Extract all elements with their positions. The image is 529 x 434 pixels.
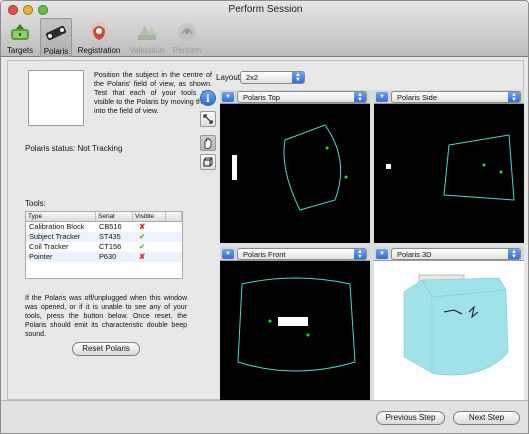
registration-icon (87, 20, 111, 44)
targets-icon (8, 20, 32, 44)
title-bar: Perform Session Targets Polaris Registra… (1, 1, 528, 57)
info-icon: i (206, 94, 210, 105)
polaris-3d-canvas[interactable] (374, 262, 524, 400)
calibration-block-marker (386, 164, 391, 169)
tracker-marker (325, 146, 329, 150)
layout-value: 2x2 (246, 73, 259, 82)
expand-icon (203, 114, 213, 124)
views-grid: ▼ Polaris Top ▲ ▼ ▼ Polaris Side ▲ ▼ ▼ P… (220, 90, 524, 400)
reset-help-text: If the Polaris was off/unplugged when th… (25, 295, 187, 338)
visible-x-icon: ✘ (139, 222, 146, 231)
visible-x-icon: ✘ (139, 252, 146, 261)
window-title: Perform Session (228, 4, 303, 15)
view-menu-icon[interactable]: ▼ (376, 249, 388, 259)
polaris-position-image (28, 70, 84, 126)
polaris-status: Polaris status: Not Tracking (25, 144, 122, 153)
table-row[interactable]: Subject Tracker ST435 ✔ (26, 232, 182, 242)
toolbar-targets[interactable]: Targets (3, 18, 37, 55)
col-visible[interactable]: Visible (133, 212, 166, 221)
view-stepper-icon: ▲ ▼ (354, 92, 366, 103)
view-select[interactable]: Polaris Front ▲ ▼ (237, 248, 367, 260)
info-button[interactable]: i (200, 90, 216, 106)
view-menu-icon[interactable]: ▼ (222, 92, 234, 102)
view-header: ▼ Polaris Top ▲ ▼ (220, 90, 370, 104)
view-polaris-front[interactable]: ▼ Polaris Front ▲ ▼ (220, 247, 370, 400)
polaris-icon (44, 21, 68, 45)
toolbar-perform[interactable]: Perform (169, 18, 205, 55)
view-stepper-icon: ▲ ▼ (354, 249, 366, 260)
footer-bar: Previous Step Next Step (1, 400, 528, 433)
table-row[interactable]: Pointer P630 ✘ (26, 252, 182, 262)
view-stepper-icon: ▲ ▼ (508, 92, 520, 103)
polaris-front-canvas[interactable] (220, 262, 370, 400)
hand-icon (204, 138, 212, 149)
layout-select[interactable]: 2x2 ▲ ▼ (240, 71, 305, 84)
view-polaris-side[interactable]: ▼ Polaris Side ▲ ▼ (374, 90, 524, 243)
calibration-block-marker (232, 155, 237, 180)
toolbar-registration[interactable]: Registration (73, 18, 125, 55)
toolbar-polaris[interactable]: Polaris (40, 18, 72, 57)
tracker-marker (499, 170, 503, 174)
tracker-marker (268, 319, 272, 323)
visible-check-icon: ✔ (139, 242, 146, 251)
tracker-marker (306, 333, 310, 337)
col-type[interactable]: Type (26, 212, 96, 221)
next-step-button[interactable]: Next Step (453, 411, 520, 425)
polaris-side-canvas[interactable] (374, 105, 524, 243)
polaris-status-label: Polaris status: (25, 144, 76, 153)
rotate-cube-icon (203, 157, 213, 167)
validation-icon (135, 20, 159, 44)
window: Perform Session Targets Polaris Registra… (0, 0, 529, 434)
visible-check-icon: ✔ (139, 232, 146, 241)
calibration-block-marker (278, 317, 308, 326)
tracker-marker (482, 163, 486, 167)
fit-view-button[interactable] (200, 111, 216, 127)
polaris-top-canvas[interactable] (220, 105, 370, 243)
toolbar-validation[interactable]: Validation (127, 18, 167, 55)
perform-icon (175, 20, 199, 44)
previous-step-button[interactable]: Previous Step (376, 411, 445, 425)
view-polaris-top[interactable]: ▼ Polaris Top ▲ ▼ (220, 90, 370, 243)
layout-stepper-icon: ▲ ▼ (292, 72, 304, 83)
rotate-tool-button[interactable] (200, 154, 216, 170)
svg-text:i: i (206, 94, 210, 105)
pan-tool-button[interactable] (200, 135, 216, 151)
layout-label: Layout: (216, 73, 243, 82)
table-row[interactable]: Coil Tracker CT156 ✔ (26, 242, 182, 252)
tools-label: Tools: (25, 199, 46, 208)
view-header: ▼ Polaris Front ▲ ▼ (220, 247, 370, 261)
view-select[interactable]: Polaris Side ▲ ▼ (391, 91, 521, 103)
polaris-status-value: Not Tracking (77, 144, 123, 153)
view-header: ▼ Polaris Side ▲ ▼ (374, 90, 524, 104)
view-header: ▼ Polaris 3D ▲ ▼ (374, 247, 524, 261)
view-stepper-icon: ▲ ▼ (508, 249, 520, 260)
instructions-text: Position the subject in the centre of th… (94, 70, 212, 115)
col-serial[interactable]: Serial (96, 212, 133, 221)
view-select[interactable]: Polaris 3D ▲ ▼ (391, 248, 521, 260)
content-panel: Position the subject in the centre of th… (7, 60, 524, 400)
view-select[interactable]: Polaris Top ▲ ▼ (237, 91, 367, 103)
table-row[interactable]: Calibration Block CB516 ✘ (26, 222, 182, 232)
reset-polaris-button[interactable]: Reset Polaris (72, 342, 140, 356)
tools-header: Type Serial Visible (26, 212, 182, 222)
view-menu-icon[interactable]: ▼ (222, 249, 234, 259)
tools-table[interactable]: Type Serial Visible Calibration Block CB… (25, 211, 183, 279)
tracker-marker (344, 175, 348, 179)
view-polaris-3d[interactable]: ▼ Polaris 3D ▲ ▼ (374, 247, 524, 400)
toolbar: Targets Polaris Registration Validation … (1, 18, 281, 57)
view-menu-icon[interactable]: ▼ (376, 92, 388, 102)
